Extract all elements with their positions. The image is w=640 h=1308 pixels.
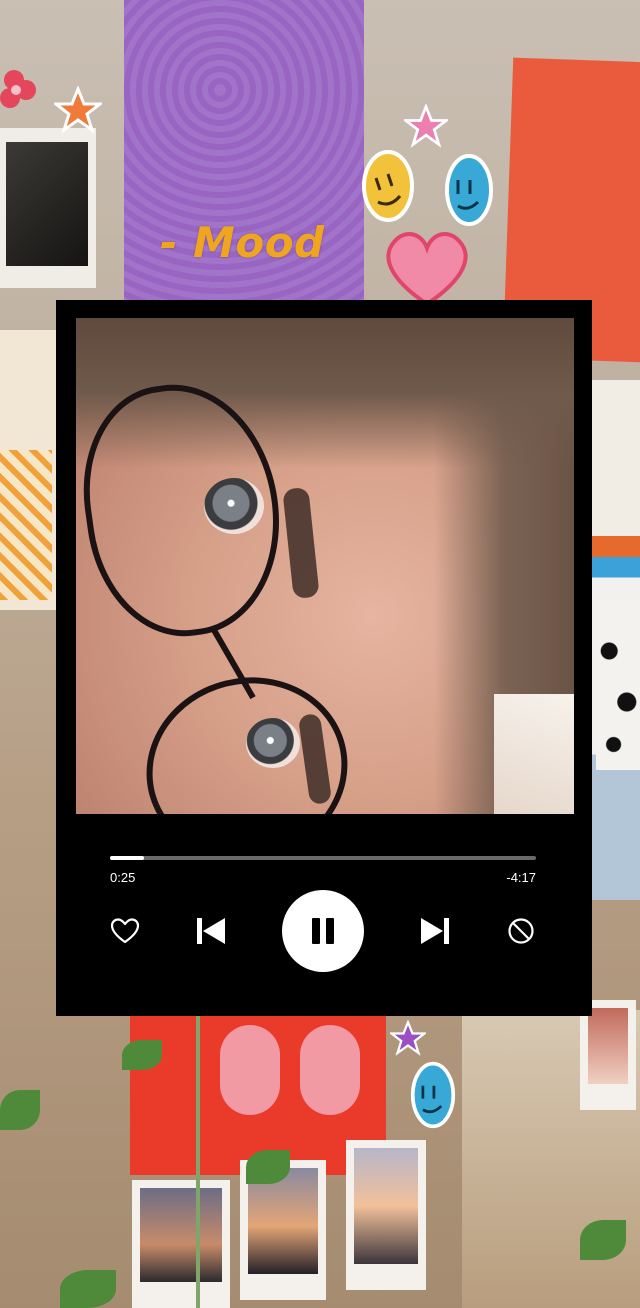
plant-leaf	[0, 1090, 40, 1130]
smiley-sticker-blue	[445, 154, 493, 226]
flower-sticker	[0, 70, 36, 108]
album-art	[76, 318, 574, 814]
pause-button[interactable]	[282, 890, 364, 972]
time-elapsed: 0:25	[110, 870, 136, 885]
time-remaining: -4:17	[506, 870, 536, 885]
polaroid-1	[132, 1180, 230, 1308]
block-icon	[508, 918, 534, 944]
polaroid-photo	[0, 128, 96, 288]
purple-star-sticker	[390, 1020, 426, 1056]
plant-leaf	[246, 1150, 290, 1184]
song-title: - Mood	[160, 218, 325, 267]
previous-button[interactable]	[192, 912, 230, 950]
plant-leaf	[60, 1270, 116, 1308]
pink-star-sticker	[404, 104, 448, 148]
cow-print-sticker	[596, 600, 640, 770]
plant-vine	[196, 1016, 200, 1308]
plant-leaf	[122, 1040, 162, 1070]
heart-outline-icon	[110, 918, 140, 944]
smiley-sticker-yellow	[362, 150, 414, 222]
like-button[interactable]	[108, 914, 142, 948]
pause-icon	[312, 918, 334, 944]
blue-smiley-sticker-lower	[410, 1061, 456, 1129]
skip-previous-icon	[197, 918, 225, 944]
polaroid-3	[346, 1140, 426, 1290]
heart-sticker	[386, 232, 468, 307]
progress-bar[interactable]	[110, 856, 536, 860]
skip-next-icon	[421, 918, 449, 944]
progress-fill	[110, 856, 145, 860]
polaroid-4	[580, 1000, 636, 1110]
star-sticker	[54, 86, 102, 134]
plant-leaf	[580, 1220, 626, 1260]
next-button[interactable]	[416, 912, 454, 950]
block-button[interactable]	[504, 914, 538, 948]
side-sticker	[0, 330, 56, 610]
music-player-card: 0:25 -4:17	[56, 300, 592, 1016]
